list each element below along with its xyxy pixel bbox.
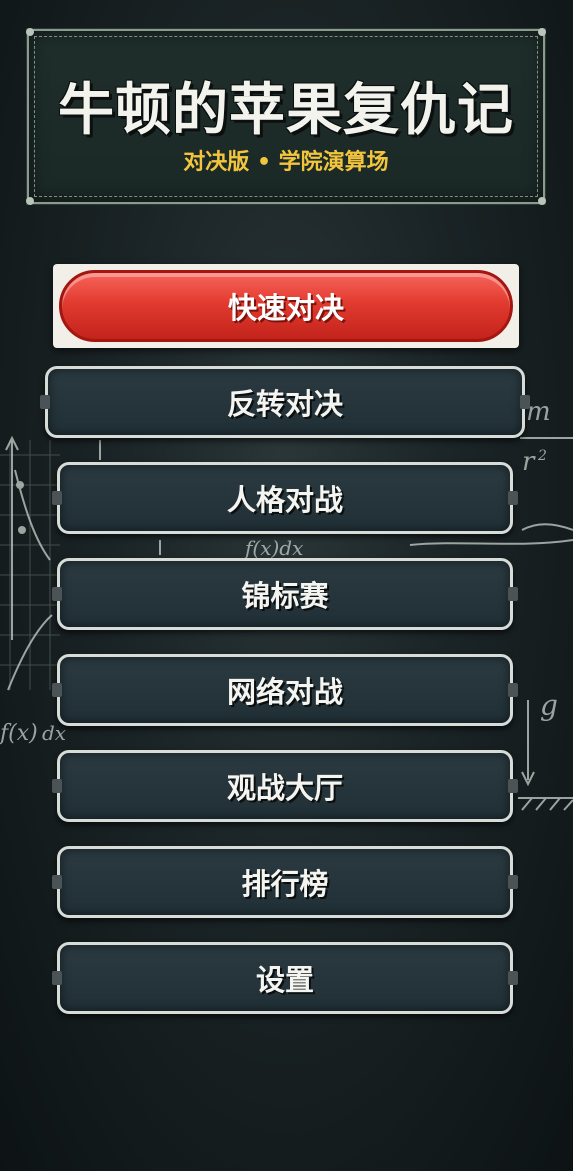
online-battle-button[interactable]: 网络对战 [52,654,518,726]
personality-battle-button[interactable]: 人格对战 [52,462,518,534]
settings-button[interactable]: 设置 [52,942,518,1014]
main-menu-screen: m r 2 g f(x) dx f(x)dx 牛顿的苹果复仇记 对决版 • 学院… [0,0,573,1171]
tournament-label: 锦标赛 [241,579,329,613]
reverse-duel-label: 反转对决 [226,387,343,421]
main-menu: 快速对决 反转对决 人格对战 锦标赛 网络对战 观战大厅 排行榜 设置 [0,0,573,1171]
leaderboard-button[interactable]: 排行榜 [52,846,518,918]
spectator-lobby-button[interactable]: 观战大厅 [52,750,518,822]
settings-label: 设置 [255,963,314,997]
personality-battle-label: 人格对战 [226,483,343,517]
tournament-button[interactable]: 锦标赛 [52,558,518,630]
quick-duel-button[interactable]: 快速对决 [53,264,519,348]
online-battle-label: 网络对战 [226,675,343,709]
spectator-lobby-label: 观战大厅 [226,771,343,805]
reverse-duel-button[interactable]: 反转对决 [40,366,530,438]
quick-duel-label: 快速对决 [227,291,344,325]
leaderboard-label: 排行榜 [241,867,329,901]
